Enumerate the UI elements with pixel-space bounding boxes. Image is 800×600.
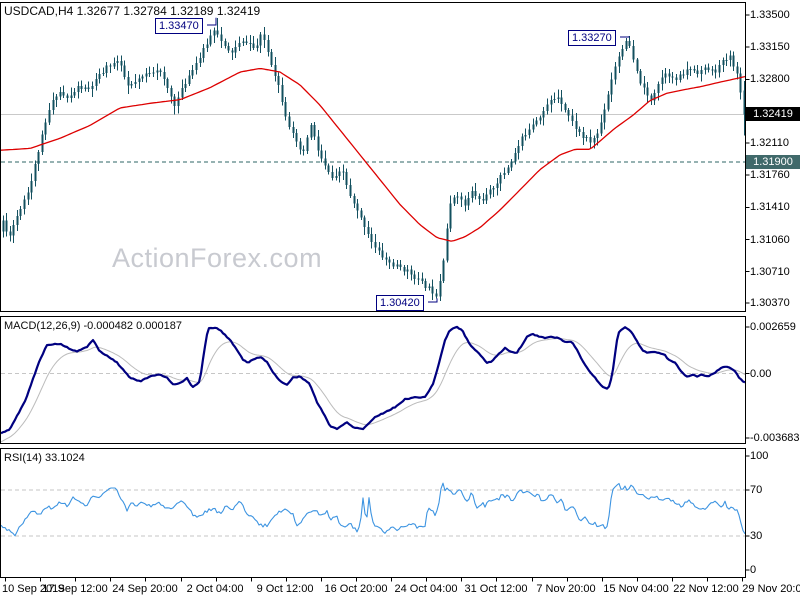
time-tick-label: 31 Oct 12:00 [464, 583, 528, 595]
time-tick-label: 9 Oct 12:00 [256, 583, 314, 595]
time-tick-label: 24 Sep 20:00 [112, 583, 178, 595]
price-tick-label: 1.33150 [750, 41, 790, 53]
time-tick-label: 24 Oct 04:00 [394, 583, 458, 595]
rsi-tick-label: 30 [750, 530, 763, 542]
time-tick-label: 7 Nov 20:00 [536, 583, 596, 595]
time-tick-label: 15 Nov 04:00 [603, 583, 669, 595]
price-tick-label: 1.31760 [750, 169, 790, 181]
price-tick-label: 1.30710 [750, 266, 790, 278]
time-tick-label: 2 Oct 04:00 [186, 583, 244, 595]
price-tick-label: 1.32800 [750, 73, 790, 85]
price-tick-label: 1.30370 [750, 297, 790, 309]
time-tick-label: 22 Nov 12:00 [673, 583, 739, 595]
macd-tick-label: 0.002659 [750, 321, 796, 333]
price-callout-label: 1.33470 [155, 18, 203, 34]
time-axis[interactable]: 10 Sep 2019 17 Sep 12:00 24 Sep 20:00 2 Oct… [0, 578, 800, 600]
rsi-tick-label: 100 [750, 450, 769, 462]
time-tick-label: 16 Oct 20:00 [324, 583, 388, 595]
macd-tick-label: 0.00 [750, 368, 772, 380]
price-tick-label: 1.33500 [750, 9, 790, 21]
support-level-label: 1.31900 [746, 155, 800, 169]
rsi-indicator-header: RSI(14) 33.1024 [4, 452, 85, 464]
trading-chart-window: USDCAD,H4 1.32677 1.32784 1.32189 1.3241… [0, 0, 800, 600]
current-price-label: 1.32419 [746, 107, 800, 121]
macd-tick-label: -0.003683 [750, 432, 800, 444]
price-tick-label: 1.32110 [750, 137, 789, 149]
watermark: ActionForex.com [112, 243, 323, 273]
price-tick-label: 1.31410 [750, 201, 790, 213]
price-axis[interactable]: 1.33500 1.33150 1.32800 1.32110 1.31760 1.314… [746, 0, 800, 578]
price-tick-label: 1.31060 [750, 234, 790, 246]
symbol-ohlc-header: USDCAD,H4 1.32677 1.32784 1.32189 1.3241… [4, 4, 261, 18]
rsi-tick-label: 0 [750, 564, 757, 576]
price-callout-label: 1.33270 [568, 30, 616, 46]
rsi-tick-label: 70 [750, 484, 763, 496]
time-tick-label: 29 Nov 20:00 [742, 583, 800, 595]
time-tick-label: 17 Sep 12:00 [42, 583, 108, 595]
price-callout-label: 1.30420 [376, 295, 424, 311]
macd-indicator-header: MACD(12,26,9) -0.000482 0.000187 [4, 320, 182, 332]
